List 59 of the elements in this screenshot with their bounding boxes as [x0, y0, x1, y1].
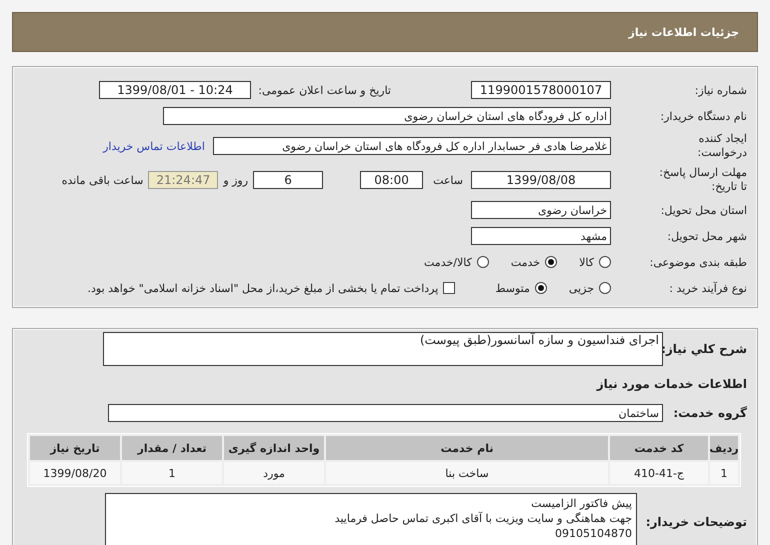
- table-cell: ساخت بنا: [326, 462, 608, 484]
- days-field: 6: [253, 171, 324, 189]
- section-heading: اطلاعات خدمات مورد نیاز: [596, 377, 748, 391]
- column-header: نام خدمت: [326, 436, 608, 460]
- table-cell: 1: [122, 462, 222, 484]
- table-cell: 1: [710, 462, 738, 484]
- deadline-date-field: 1399/08/08: [471, 171, 611, 189]
- field-label: توضیحات خریدار:: [644, 515, 748, 529]
- radio-button[interactable]: [599, 282, 611, 294]
- radio-button[interactable]: [534, 282, 547, 294]
- need-number-field: 1199001578000107: [471, 81, 611, 99]
- radio-label: متوسط: [495, 282, 530, 294]
- radio-label: کالا/خدمت: [424, 256, 472, 268]
- field-label: روز و: [223, 174, 248, 186]
- checkbox-label: پرداخت تمام یا بخشی از مبلغ خرید،از محل "اسناد خزانه اسلامی" خواهد بود.: [88, 282, 438, 294]
- field-label: نوع فرآیند خرید :: [668, 282, 748, 294]
- column-header: کد خدمت: [610, 436, 708, 460]
- field-label: تا تاریخ:: [710, 180, 747, 194]
- field-label: ساعت: [433, 174, 463, 186]
- radio-button[interactable]: [545, 256, 558, 268]
- field-label: استان محل تحویل:: [660, 204, 748, 216]
- countdown-field: 21:24:47: [148, 171, 218, 189]
- announce-date-field: 1399/08/01 - 10:24: [99, 81, 251, 99]
- note-line: 09105104870: [554, 526, 632, 541]
- field-label: شماره نیاز:: [694, 84, 748, 96]
- radio-label: خدمت: [510, 256, 540, 268]
- field-label: نام دستگاه خریدار:: [659, 110, 748, 122]
- field-label: شهر محل تحویل:: [666, 230, 748, 242]
- table-cell: 1399/08/20: [30, 462, 120, 484]
- column-header: واحد اندازه گیری: [224, 436, 324, 460]
- field-label: مهلت ارسال پاسخ:: [658, 166, 747, 180]
- note-line: جهت هماهنگی و سایت ویزیت با آقای اکبری تماس حاصل فرمایید: [334, 511, 632, 526]
- radio-label: کالا: [579, 256, 594, 268]
- city-field: مشهد: [471, 227, 611, 245]
- service-group-field: ساختمان: [108, 404, 663, 422]
- radio-button[interactable]: [599, 256, 611, 268]
- province-field: خراسان رضوی: [471, 201, 611, 219]
- field-label: ایجاد کننده: [698, 132, 747, 146]
- buyer-org-field: اداره کل فرودگاه های استان خراسان رضوی: [163, 107, 611, 125]
- column-header: ردیف: [710, 436, 738, 460]
- requester-field: غلامرضا هادی فر حسابدار اداره کل فرودگاه های استان خراسان رضوی: [213, 137, 611, 155]
- contact-link[interactable]: اطلاعات تماس خریدار: [103, 140, 205, 152]
- radio-button[interactable]: [476, 256, 489, 268]
- field-label: درخواست:: [696, 146, 747, 160]
- radio-label: جزیی: [568, 282, 594, 294]
- deadline-time-field: 08:00: [360, 171, 424, 189]
- column-header: تعداد / مقدار: [122, 436, 222, 460]
- table-cell: مورد: [224, 462, 324, 484]
- description-field: اجرای فنداسیون و سازه آسانسور(طبق پیوست): [103, 332, 663, 366]
- checkbox[interactable]: [443, 282, 456, 294]
- field-label: طبقه بندی موضوعی:: [648, 256, 748, 268]
- note-line: پیش فاکتور الزامیست: [530, 496, 632, 511]
- table-cell: ج-41-410: [610, 462, 708, 484]
- field-label: گروه خدمت:: [672, 406, 748, 420]
- column-header: تاریخ نیاز: [30, 436, 120, 460]
- page-title: جزئیات اطلاعات نیاز: [628, 26, 739, 38]
- field-label: ساعت باقی مانده: [62, 174, 144, 186]
- field-label: شرح کلي نياز:: [663, 342, 748, 356]
- field-label: تاریخ و ساعت اعلان عمومی:: [257, 84, 392, 96]
